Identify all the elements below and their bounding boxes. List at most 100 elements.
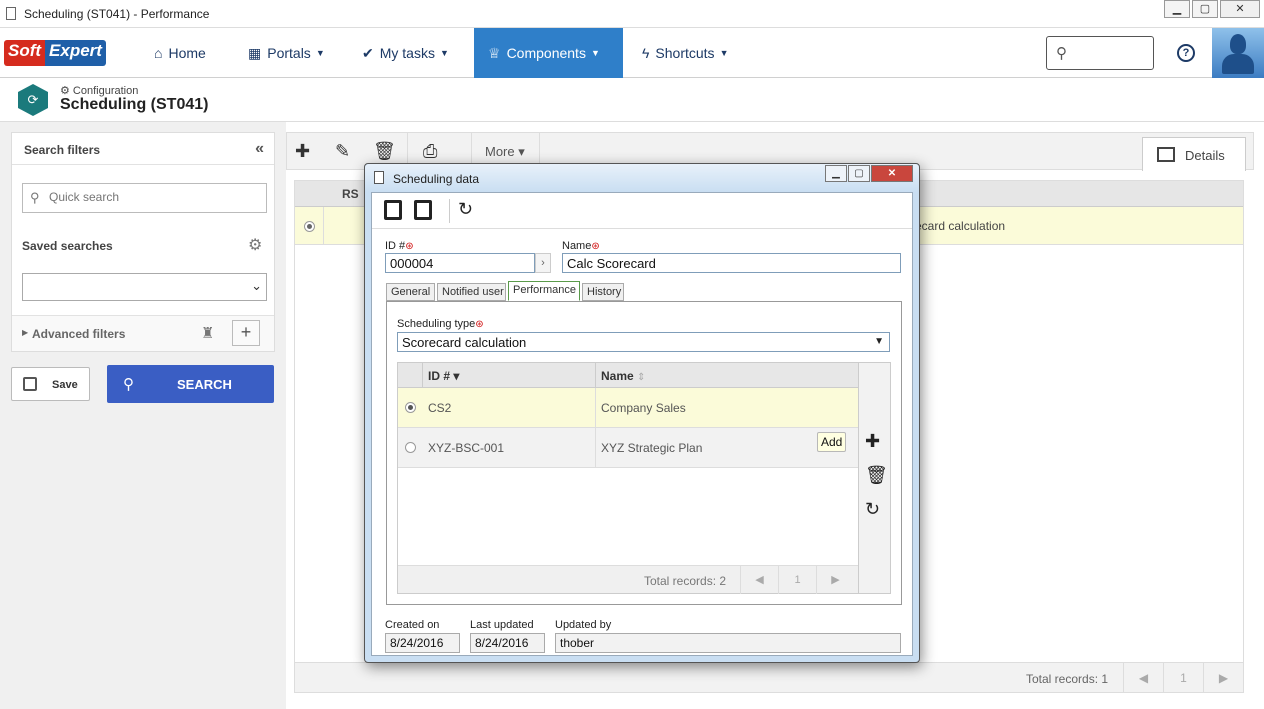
grid-column-header[interactable]: RS (342, 187, 359, 201)
collapse-icon[interactable]: « (255, 140, 264, 158)
save-label: Save (52, 379, 78, 391)
more-button[interactable]: More ▾ (485, 144, 525, 160)
quick-search-field[interactable]: ⚲ (22, 183, 267, 213)
scheduling-icon: ⟳ (18, 84, 48, 116)
dialog-close-button[interactable]: ✕ (871, 165, 913, 182)
details-tab[interactable]: Details (1142, 137, 1246, 171)
refresh-icon[interactable]: ↻ (865, 499, 880, 520)
tab-general[interactable]: General (386, 283, 435, 301)
created-on-label: Created on (385, 619, 440, 631)
prev-page-button[interactable]: ◀ (740, 566, 778, 594)
details-tab-label: Details (1185, 148, 1225, 163)
next-id-button[interactable]: › (535, 253, 551, 273)
table-row[interactable]: CS2 Company Sales (398, 388, 858, 428)
save-icon (23, 377, 37, 391)
user-avatar[interactable] (1212, 28, 1264, 78)
save-icon[interactable] (384, 200, 402, 220)
print-icon[interactable]: ⎙ (423, 141, 437, 162)
column-divider (422, 363, 423, 388)
gear-icon[interactable]: ⚙ (248, 235, 262, 255)
scheduling-data-dialog: Scheduling data ▁ ▢ ✕ ↻ ID #⊛ › Name⊛ Ge… (364, 163, 920, 663)
add-icon[interactable]: ✚ (295, 141, 310, 162)
nav-components[interactable]: ♕ Components ▼ (474, 28, 623, 78)
last-updated-field (470, 633, 545, 653)
saved-searches-select[interactable]: ⌄ (22, 273, 267, 301)
saved-searches-label: Saved searches (22, 239, 113, 253)
search-button[interactable]: ⚲ SEARCH (107, 365, 274, 403)
caret-down-icon: ▼ (315, 48, 325, 58)
search-filters-title: Search filters (24, 143, 101, 157)
id-field[interactable] (385, 253, 535, 273)
minimize-button[interactable]: ▁ (1164, 0, 1190, 18)
advanced-filters-row[interactable]: ▶ Advanced filters ♜ + (12, 315, 274, 351)
tab-performance[interactable]: Performance (508, 281, 580, 301)
nav-shortcuts[interactable]: ϟ Shortcuts ▼ (642, 28, 728, 78)
prev-page-button[interactable]: ◀ (1123, 663, 1163, 693)
search-icon: ⚲ (123, 376, 134, 393)
row-id: CS2 (428, 401, 452, 415)
clear-filters-icon[interactable]: ♜ (201, 324, 214, 342)
softexpert-logo[interactable]: Soft Expert (4, 40, 128, 66)
nav-portals-label: Portals (267, 45, 311, 61)
scorecard-grid-footer: Total records: 2 ◀ 1 ▶ (398, 565, 858, 594)
left-panel: Search filters « ⚲ Saved searches ⚙ ⌄ ▶ … (0, 122, 286, 709)
search-filters-header: Search filters « (12, 133, 274, 165)
save-search-button[interactable]: Save (11, 367, 90, 401)
logo-soft: Soft (4, 40, 46, 66)
caret-right-icon: ▶ (22, 328, 29, 337)
caret-down-icon: ▼ (590, 48, 600, 58)
name-field[interactable] (562, 253, 901, 273)
home-icon: ⌂ (154, 45, 163, 61)
page-header: ⟳ ⚙ Configuration Scheduling (ST041) (0, 78, 1264, 122)
window-controls: ▁ ▢ ✕ (1162, 0, 1260, 18)
nav-home[interactable]: ⌂ Home (154, 28, 206, 78)
page-number: 1 (1163, 663, 1203, 693)
updated-by-label: Updated by (555, 619, 612, 631)
search-filters-panel: Search filters « ⚲ Saved searches ⚙ ⌄ ▶ … (11, 132, 275, 352)
row-radio[interactable] (304, 221, 315, 232)
created-on-field (385, 633, 460, 653)
window-titlebar: Scheduling (ST041) - Performance ▁ ▢ ✕ (0, 0, 1264, 28)
total-records: Total records: 1 (1026, 672, 1109, 686)
name-label: Name⊛ (562, 240, 600, 252)
check-icon: ✔ (362, 44, 374, 61)
row-name: XYZ Strategic Plan (601, 441, 703, 455)
delete-icon[interactable]: 🗑 (865, 465, 888, 486)
delete-icon[interactable]: 🗑 (373, 141, 396, 162)
row-radio[interactable] (405, 402, 416, 413)
column-name-header[interactable]: Name ⇕ (601, 369, 645, 383)
nav-my-tasks[interactable]: ✔ My tasks ▼ (362, 28, 449, 78)
tab-history[interactable]: History (582, 283, 624, 301)
logo-expert: Expert (45, 40, 106, 66)
save-and-close-icon[interactable] (414, 200, 432, 220)
tab-notified-user[interactable]: Notified user (437, 283, 506, 301)
nav-my-tasks-label: My tasks (379, 45, 435, 61)
updated-by-field (555, 633, 901, 653)
maximize-button[interactable]: ▢ (1192, 0, 1218, 18)
table-icon (1157, 147, 1175, 162)
page-number: 1 (778, 566, 816, 594)
scheduling-type-label-text: Scheduling type (397, 318, 476, 330)
refresh-icon[interactable]: ↻ (458, 199, 473, 220)
trophy-icon: ♕ (488, 44, 501, 61)
close-button[interactable]: ✕ (1220, 0, 1260, 18)
row-radio[interactable] (405, 442, 416, 453)
chevron-down-icon: ⌄ (251, 278, 262, 293)
table-row[interactable]: XYZ-BSC-001 XYZ Strategic Plan (398, 428, 858, 468)
scorecard-grid: ID # ▾ Name ⇕ CS2 Company Sales XYZ-BSC-… (397, 362, 859, 594)
global-search-input[interactable]: ⚲ (1046, 36, 1154, 70)
nav-portals[interactable]: ▦ Portals ▼ (248, 28, 325, 78)
scheduling-type-select[interactable]: Scorecard calculation ▼ (397, 332, 890, 352)
next-page-button[interactable]: ▶ (816, 566, 854, 594)
quick-search-input[interactable] (49, 190, 259, 204)
next-page-button[interactable]: ▶ (1203, 663, 1243, 693)
add-filter-button[interactable]: + (232, 320, 260, 346)
dialog-maximize-button[interactable]: ▢ (848, 165, 870, 182)
grid-icon: ▦ (248, 44, 262, 61)
dialog-minimize-button[interactable]: ▁ (825, 165, 847, 182)
help-button[interactable]: ? (1177, 44, 1195, 62)
document-icon (6, 7, 16, 20)
edit-icon[interactable]: ✎ (335, 141, 350, 162)
add-icon[interactable]: ✚ (865, 431, 880, 452)
column-id-header[interactable]: ID # ▾ (428, 369, 459, 383)
